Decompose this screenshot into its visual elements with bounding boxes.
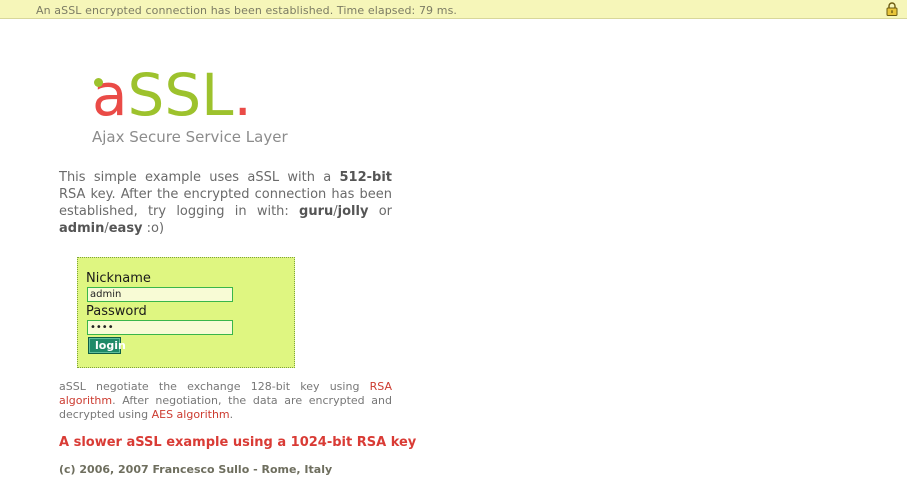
logo-a: a [92, 61, 128, 129]
login-form: Nickname Password login [77, 257, 295, 368]
key-size: 512-bit [339, 170, 392, 185]
logo-ssl: SSL [127, 61, 234, 129]
connection-status-text: An aSSL encrypted connection has been es… [36, 4, 457, 17]
slower-example-link[interactable]: A slower aSSL example using a 1024-bit R… [59, 435, 416, 450]
password-label: Password [86, 304, 147, 319]
aes-algorithm-link[interactable]: AES algorithm [152, 408, 230, 421]
password-input[interactable] [87, 320, 233, 335]
copyright-footer: (c) 2006, 2007 Francesco Sullo - Rome, I… [59, 463, 333, 476]
logo-subtitle: Ajax Secure Service Layer [92, 128, 288, 146]
logo-dot: . [233, 61, 252, 129]
nickname-label: Nickname [86, 271, 151, 286]
credential-user-2: admin [59, 221, 105, 236]
negotiation-note: aSSL negotiate the exchange 128-bit key … [59, 380, 392, 421]
login-button[interactable]: login [88, 337, 126, 354]
credential-pass-2: easy [108, 221, 143, 236]
intro-text: This simple example uses aSSL with a 512… [59, 170, 392, 236]
assl-logo: aSSL. Ajax Secure Service Layer [92, 66, 292, 156]
nickname-input[interactable] [87, 287, 233, 302]
logo-wordmark: aSSL. [92, 66, 252, 124]
lock-icon[interactable] [886, 2, 898, 16]
status-bar: An aSSL encrypted connection has been es… [0, 0, 907, 19]
logo-accent-dot [94, 78, 103, 87]
credential-pass-1: jolly [337, 204, 369, 219]
credential-user-1: guru [299, 204, 334, 219]
